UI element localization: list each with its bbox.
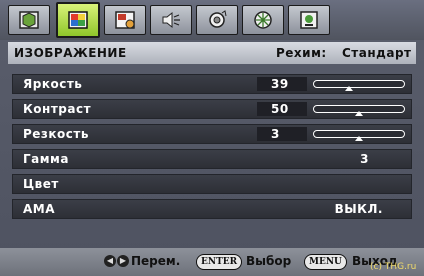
brightness-slider[interactable]	[313, 80, 405, 91]
gamma-label: Гамма	[23, 152, 69, 166]
tab-setup[interactable]	[196, 5, 238, 35]
picture-icon	[68, 11, 88, 29]
right-arrow-icon: ▶	[117, 255, 129, 267]
enter-key-icon: ENTER	[196, 254, 243, 270]
osd-menu: ИЗОБРАЖЕНИЕ Рехим: Стандарт Яркость 39 К…	[0, 0, 424, 276]
page-title: ИЗОБРАЖЕНИЕ	[14, 46, 127, 60]
mode-value[interactable]: Стандарт	[342, 46, 411, 60]
contrast-slider[interactable]	[313, 105, 405, 116]
tab-picture[interactable]	[56, 2, 100, 38]
brightness-value: 39	[271, 77, 289, 91]
gear-icon	[209, 10, 227, 28]
contrast-value: 50	[271, 102, 289, 116]
footer-hints: ◀ ▶ Перем. ENTER Выбор MENU Выход	[0, 248, 424, 276]
gamma-value: 3	[360, 152, 369, 166]
menu-item-brightness[interactable]: Яркость 39	[12, 74, 412, 94]
display-settings-icon	[19, 11, 39, 29]
menu-item-contrast[interactable]: Контраст 50	[12, 99, 412, 119]
tab-info[interactable]	[242, 5, 284, 35]
slider-knob[interactable]	[355, 136, 363, 141]
brightness-label: Яркость	[23, 77, 83, 91]
slider-knob[interactable]	[345, 86, 354, 91]
value-box	[257, 127, 307, 141]
info-icon	[254, 11, 272, 29]
move-hint: Перем.	[131, 254, 181, 268]
menu-header: ИЗОБРАЖЕНИЕ Рехим: Стандарт	[8, 42, 416, 64]
pip-icon	[115, 11, 135, 29]
menu-item-gamma[interactable]: Гамма 3	[12, 149, 412, 169]
tab-audio[interactable]	[150, 5, 192, 35]
tab-pip[interactable]	[104, 5, 146, 35]
ama-label: AMA	[23, 202, 56, 216]
options-icon	[300, 11, 318, 29]
tab-bar	[0, 0, 424, 40]
sharpness-slider[interactable]	[313, 130, 405, 141]
slider-knob[interactable]	[355, 111, 363, 116]
select-hint: Выбор	[246, 254, 292, 268]
tab-display-settings[interactable]	[8, 5, 50, 35]
menu-key-icon: MENU	[304, 254, 347, 270]
ama-value: ВЫКЛ.	[334, 202, 383, 216]
tab-options[interactable]	[288, 5, 330, 35]
left-arrow-icon: ◀	[104, 255, 116, 267]
speaker-icon	[162, 11, 180, 29]
sharpness-value: 3	[271, 127, 280, 141]
watermark: (c) THG.ru	[370, 262, 417, 272]
mode-label: Рехим:	[276, 46, 327, 60]
color-label: Цвет	[23, 177, 59, 191]
menu-item-sharpness[interactable]: Резкость 3	[12, 124, 412, 144]
menu-item-color[interactable]: Цвет	[12, 174, 412, 194]
contrast-label: Контраст	[23, 102, 92, 116]
sharpness-label: Резкость	[23, 127, 89, 141]
menu-item-ama[interactable]: AMA ВЫКЛ.	[12, 199, 412, 219]
